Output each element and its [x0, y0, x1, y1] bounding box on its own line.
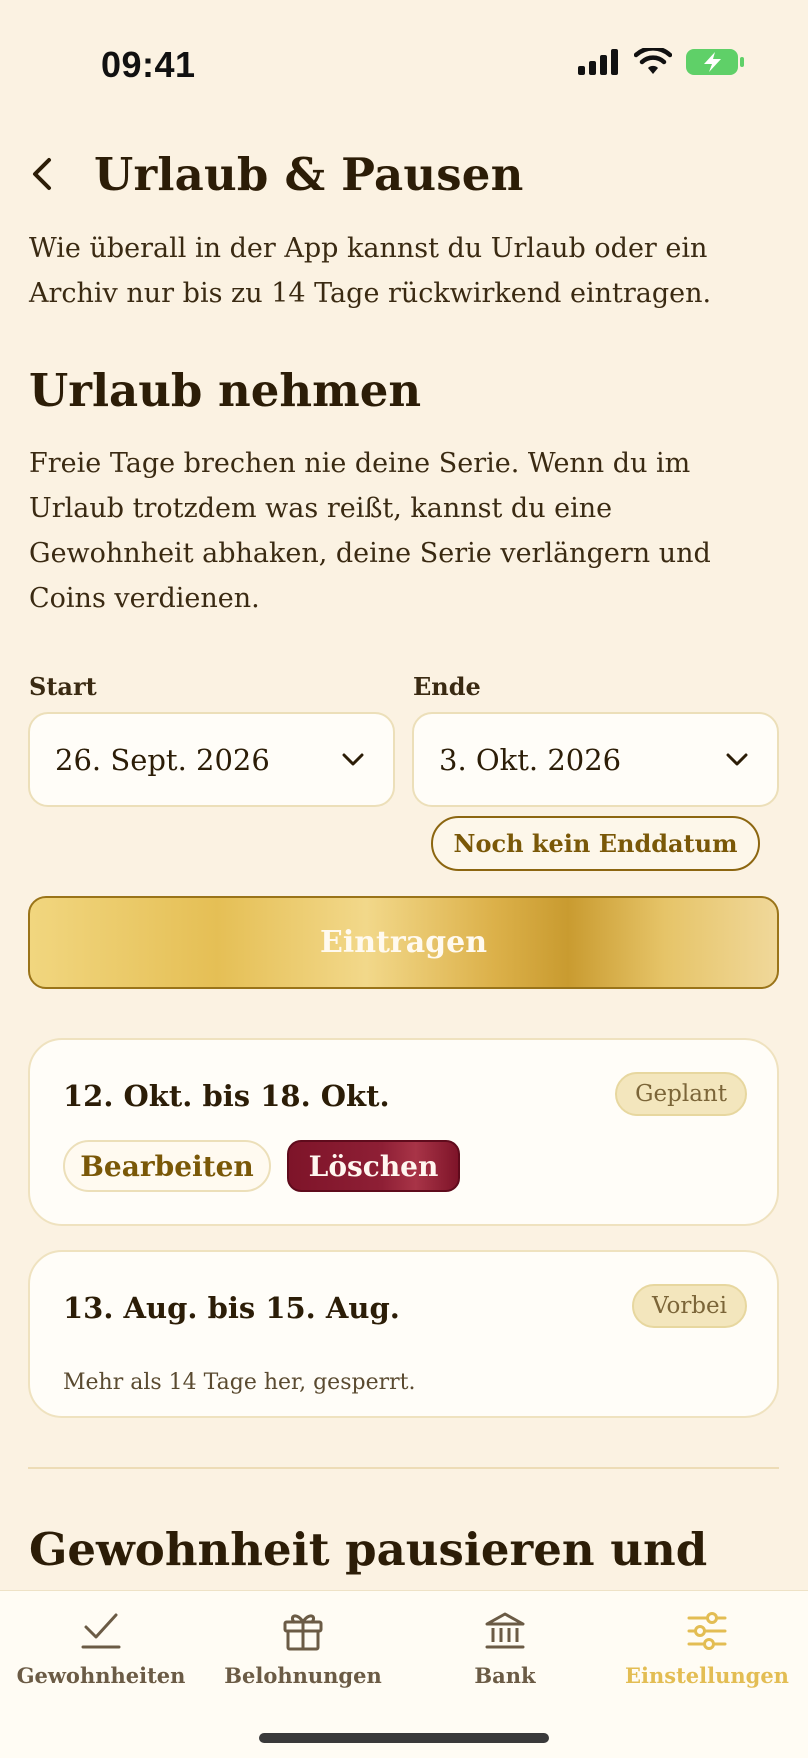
edit-button[interactable]: Bearbeiten [63, 1140, 271, 1192]
no-end-date-button[interactable]: Noch kein Enddatum [431, 816, 760, 871]
gift-icon [283, 1614, 323, 1651]
submit-button[interactable]: Eintragen [28, 896, 779, 989]
intro-text: Wie überall in der App kannst du Urlaub … [29, 233, 712, 309]
tab-settings[interactable]: Einstellungen [606, 1609, 808, 1689]
page-header: Urlaub & Pausen [30, 142, 790, 206]
tab-label: Belohnungen [224, 1663, 382, 1688]
page-title: Urlaub & Pausen [94, 147, 524, 201]
tab-label: Gewohnheiten [16, 1663, 186, 1688]
entry-date-range: 12. Okt. bis 18. Okt. [63, 1079, 390, 1113]
status-badge: Vorbei [631, 1284, 747, 1328]
end-date-select[interactable]: 3. Okt. 2026 [412, 712, 779, 807]
entry-locked-note: Mehr als 14 Tage her, gesperrt. [63, 1370, 416, 1395]
battery-charging-icon [686, 49, 744, 75]
tab-label: Bank [474, 1663, 536, 1688]
delete-button[interactable]: Löschen [287, 1140, 460, 1192]
checkmark-icon [81, 1613, 121, 1649]
status-badge: Geplant [615, 1072, 747, 1116]
sliders-icon [687, 1612, 727, 1650]
tab-label: Einstellungen [625, 1663, 789, 1688]
back-button[interactable] [30, 146, 76, 202]
vacation-description: Freie Tage brechen nie deine Serie. Wenn… [29, 448, 711, 614]
status-time: 09:41 [101, 44, 196, 85]
end-label: Ende [413, 672, 481, 701]
entry-date-range: 13. Aug. bis 15. Aug. [63, 1291, 400, 1325]
vacation-entry-card: 12. Okt. bis 18. Okt. Geplant Bearbeiten… [28, 1038, 779, 1226]
pause-section-title: Gewohnheit pausieren und [29, 1523, 708, 1576]
bank-icon [485, 1612, 525, 1649]
signal-icon [578, 49, 618, 75]
home-indicator [259, 1733, 549, 1743]
start-date-value: 26. Sept. 2026 [55, 742, 270, 777]
tab-bank[interactable]: Bank [404, 1609, 606, 1689]
status-bar: 09:41 [0, 0, 808, 130]
vacation-section-title: Urlaub nehmen [29, 364, 422, 417]
status-icons [578, 48, 744, 76]
start-label: Start [29, 672, 97, 701]
chevron-down-icon [726, 753, 748, 765]
end-date-value: 3. Okt. 2026 [439, 742, 622, 777]
tab-habits[interactable]: Gewohnheiten [0, 1609, 202, 1689]
chevron-left-icon [33, 158, 51, 190]
tab-rewards[interactable]: Belohnungen [202, 1609, 404, 1689]
vacation-entry-card: 13. Aug. bis 15. Aug. Vorbei Mehr als 14… [28, 1250, 779, 1418]
start-date-select[interactable]: 26. Sept. 2026 [28, 712, 395, 807]
section-divider [28, 1467, 779, 1469]
wifi-icon [634, 48, 672, 74]
chevron-down-icon [342, 753, 364, 765]
